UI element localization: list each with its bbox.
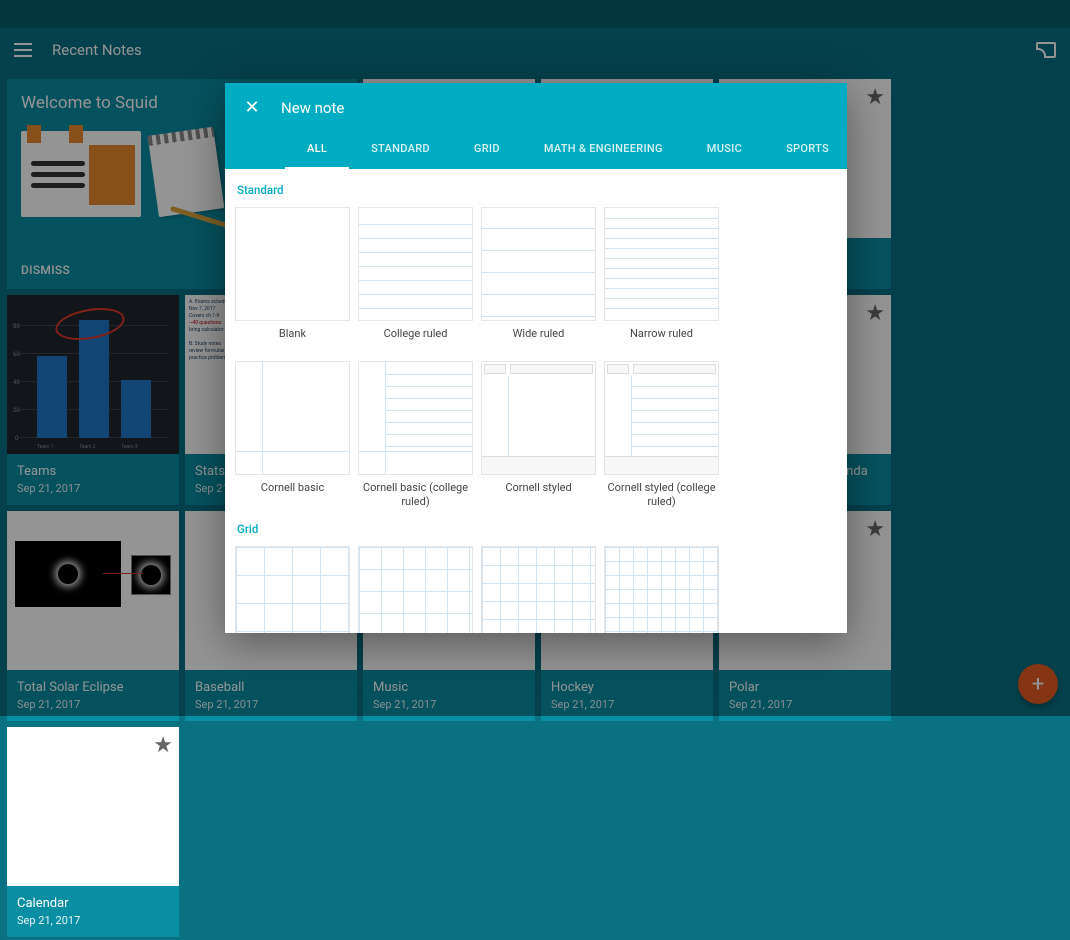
template-cornell-styled[interactable]: Cornell styled	[481, 361, 596, 510]
tab-all[interactable]: ALL	[285, 132, 349, 169]
template-cornell-styled-ruled[interactable]: Cornell styled (college ruled)	[604, 361, 719, 510]
new-note-dialog: ✕ New note ALL STANDARD GRID MATH & ENGI…	[225, 83, 847, 633]
section-label-standard: Standard	[237, 183, 837, 197]
note-card-calendar[interactable]: ★ Calendar Sep 21, 2017	[7, 727, 179, 937]
close-icon[interactable]: ✕	[243, 97, 261, 118]
template-grid-2[interactable]	[358, 546, 473, 633]
template-wide-ruled[interactable]: Wide ruled	[481, 207, 596, 353]
template-tabs: ALL STANDARD GRID MATH & ENGINEERING MUS…	[225, 132, 847, 169]
star-icon[interactable]: ★	[153, 733, 173, 758]
dialog-title: New note	[281, 99, 344, 117]
template-grid-4[interactable]	[604, 546, 719, 633]
template-grid-3[interactable]	[481, 546, 596, 633]
template-cornell-basic[interactable]: Cornell basic	[235, 361, 350, 510]
tab-sports[interactable]: SPORTS	[764, 132, 847, 169]
template-blank[interactable]: Blank	[235, 207, 350, 353]
tab-standard[interactable]: STANDARD	[349, 132, 452, 169]
note-title: Calendar	[17, 896, 169, 911]
tab-music[interactable]: MUSIC	[685, 132, 764, 169]
tab-math[interactable]: MATH & ENGINEERING	[522, 132, 685, 169]
template-cornell-basic-ruled[interactable]: Cornell basic (college ruled)	[358, 361, 473, 510]
template-college-ruled[interactable]: College ruled	[358, 207, 473, 353]
section-label-grid: Grid	[237, 522, 837, 536]
template-narrow-ruled[interactable]: Narrow ruled	[604, 207, 719, 353]
template-grid-1[interactable]	[235, 546, 350, 633]
note-date: Sep 21, 2017	[17, 914, 169, 927]
tab-grid[interactable]: GRID	[452, 132, 522, 169]
